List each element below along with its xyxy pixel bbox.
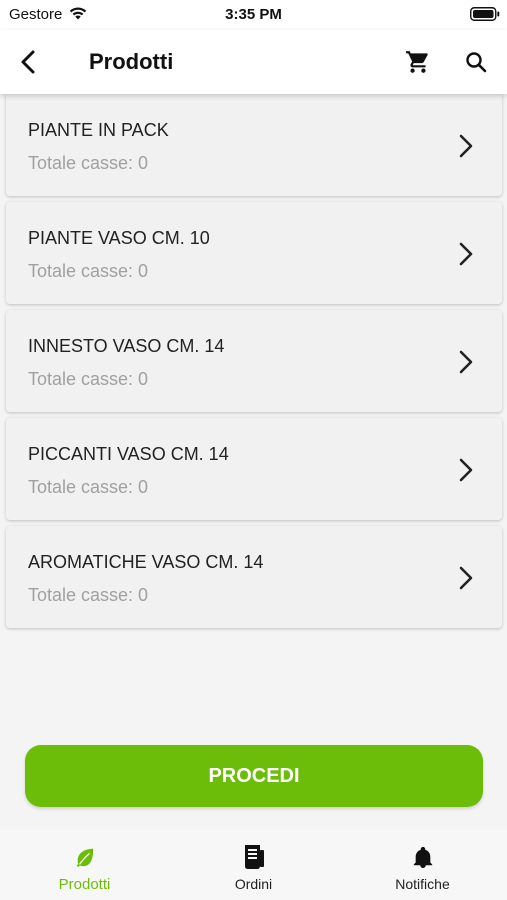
page-title: Prodotti: [89, 49, 174, 74]
product-card[interactable]: PIANTE IN PACK Totale casse: 0: [6, 94, 502, 196]
status-bar: Gestore 3:35 PM: [0, 0, 507, 30]
search-button[interactable]: [460, 46, 492, 78]
back-button[interactable]: [12, 46, 44, 78]
product-name: PIANTE VASO CM. 10: [28, 228, 210, 248]
chevron-right-icon: [459, 350, 473, 374]
chevron-right-icon: [459, 566, 473, 590]
battery-icon: [470, 7, 500, 26]
product-total: Totale casse: 0: [28, 477, 149, 497]
product-total: Totale casse: 0: [28, 261, 149, 281]
cart-icon: [406, 51, 428, 73]
product-name: INNESTO VASO CM. 14: [28, 336, 225, 356]
product-card[interactable]: PIANTE VASO CM. 10 Totale casse: 0: [6, 202, 502, 304]
app-bar: Prodotti: [0, 30, 507, 94]
nav-label-ordini: Ordini: [234, 876, 273, 892]
nav-label-prodotti: Prodotti: [58, 876, 111, 893]
receipt-icon: [243, 844, 265, 870]
product-card[interactable]: INNESTO VASO CM. 14 Totale casse: 0: [6, 310, 502, 412]
nav-item-notifiche[interactable]: Notifiche: [338, 830, 507, 900]
chevron-right-icon: [459, 458, 473, 482]
nav-label-notifiche: Notifiche: [395, 876, 450, 892]
product-card[interactable]: AROMATICHE VASO CM. 14 Totale casse: 0: [6, 526, 502, 628]
product-card[interactable]: PICCANTI VASO CM. 14 Totale casse: 0: [6, 418, 502, 520]
leaf-icon: [74, 844, 96, 870]
product-list: PIANTE IN PACK Totale casse: 0 PIANTE VA…: [6, 94, 502, 634]
bottom-nav: Prodotti Ordini Notifiche: [0, 830, 507, 900]
proceed-button[interactable]: PROCEDI: [25, 745, 483, 807]
search-icon: [466, 52, 487, 73]
product-total: Totale casse: 0: [28, 585, 149, 605]
product-total: Totale casse: 0: [28, 153, 149, 173]
product-total: Totale casse: 0: [28, 369, 149, 389]
nav-item-prodotti[interactable]: Prodotti: [0, 830, 169, 900]
cart-button[interactable]: [402, 46, 434, 78]
chevron-right-icon: [459, 242, 473, 266]
chevron-right-icon: [459, 134, 473, 158]
nav-item-ordini[interactable]: Ordini: [169, 830, 338, 900]
back-arrow-icon: [21, 50, 35, 74]
product-name: PIANTE IN PACK: [28, 120, 169, 140]
product-name: PICCANTI VASO CM. 14: [28, 444, 229, 464]
bell-icon: [412, 844, 434, 870]
status-time: 3:35 PM: [225, 6, 282, 23]
product-name: AROMATICHE VASO CM. 14: [28, 552, 264, 572]
